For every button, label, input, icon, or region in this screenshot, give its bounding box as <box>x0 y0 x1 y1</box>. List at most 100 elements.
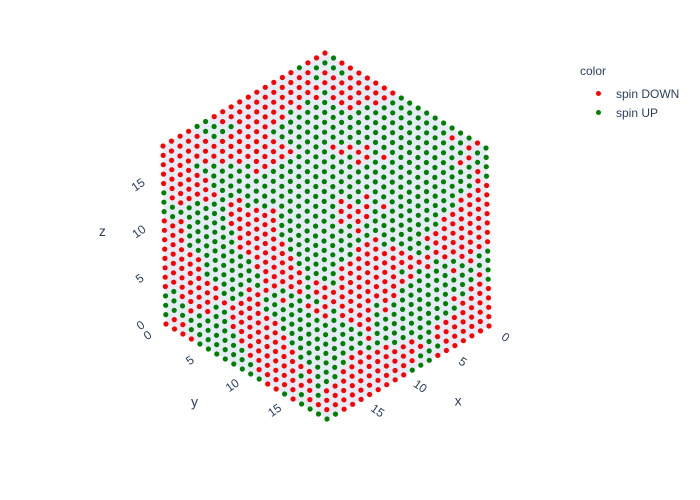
point-spin-up <box>195 247 201 253</box>
point-spin-up <box>348 326 354 332</box>
point-spin-up <box>347 124 353 130</box>
point-spin-up <box>236 188 242 194</box>
point-spin-up <box>330 261 336 267</box>
point-spin-up <box>407 236 413 242</box>
point-spin-up <box>330 184 336 190</box>
point-spin-up <box>230 295 236 301</box>
point-spin-up <box>398 125 404 131</box>
point-spin-down <box>349 373 355 379</box>
point-spin-down <box>322 313 328 319</box>
point-spin-up <box>296 213 302 219</box>
point-spin-down <box>340 369 346 375</box>
point-spin-up <box>313 183 319 190</box>
point-spin-up <box>383 335 389 341</box>
point-spin-up <box>442 291 448 297</box>
point-spin-up <box>485 267 491 273</box>
point-spin-down <box>298 363 304 370</box>
point-spin-down <box>279 74 285 81</box>
point-spin-down <box>322 285 328 291</box>
point-spin-up <box>424 207 430 213</box>
point-spin-up <box>305 119 311 125</box>
point-spin-down <box>374 349 381 355</box>
point-spin-down <box>255 292 261 298</box>
point-spin-down <box>486 323 492 329</box>
point-spin-up <box>222 337 228 343</box>
point-spin-up <box>296 223 302 229</box>
point-spin-up <box>287 227 293 233</box>
point-spin-up <box>287 208 293 214</box>
point-spin-down <box>279 84 285 90</box>
point-spin-up <box>442 282 448 288</box>
legend-item-spin-up[interactable]: spin UP <box>580 103 695 122</box>
point-spin-down <box>288 255 294 262</box>
point-spin-down <box>263 278 269 284</box>
point-spin-down <box>221 300 227 306</box>
point-spin-down <box>322 304 328 310</box>
point-spin-down <box>424 235 430 242</box>
point-spin-down <box>270 149 277 155</box>
point-spin-down <box>338 218 344 224</box>
point-spin-up <box>423 140 430 146</box>
point-spin-up <box>338 189 344 195</box>
point-spin-up <box>392 339 398 345</box>
point-spin-up <box>449 145 455 151</box>
point-spin-up <box>195 210 201 216</box>
point-spin-down <box>401 363 407 369</box>
point-spin-up <box>330 114 336 120</box>
point-spin-down <box>288 274 294 280</box>
point-spin-down <box>262 222 268 228</box>
point-spin-down <box>347 213 353 219</box>
point-spin-down <box>237 235 243 241</box>
point-spin-down <box>475 206 481 212</box>
point-spin-up <box>449 155 455 161</box>
point-spin-up <box>389 149 396 155</box>
point-spin-down <box>162 255 168 261</box>
point-spin-up <box>305 109 311 115</box>
point-spin-down <box>228 133 234 140</box>
point-spin-up <box>263 306 269 312</box>
point-spin-down <box>373 100 379 106</box>
point-spin-down <box>186 177 192 183</box>
point-spin-up <box>280 316 286 322</box>
point-spin-up <box>213 276 219 282</box>
point-spin-down <box>271 89 277 95</box>
x-axis-title: x <box>455 393 462 409</box>
point-spin-up <box>296 144 302 150</box>
point-spin-up <box>383 316 389 322</box>
point-spin-down <box>366 335 372 341</box>
point-spin-down <box>366 373 372 379</box>
point-spin-up <box>451 277 457 283</box>
point-spin-down <box>347 203 353 210</box>
point-spin-down <box>202 177 209 183</box>
point-spin-up <box>441 130 447 136</box>
point-spin-up <box>212 239 218 245</box>
point-spin-up <box>407 208 413 214</box>
point-spin-down <box>237 129 243 135</box>
point-spin-down <box>237 99 243 105</box>
point-spin-down <box>238 310 244 316</box>
point-spin-down <box>365 317 371 323</box>
point-spin-up <box>433 221 439 227</box>
point-spin-down <box>178 228 184 234</box>
point-spin-down <box>280 297 286 303</box>
legend-item-spin-down[interactable]: spin DOWN <box>580 84 695 103</box>
point-spin-up <box>304 218 310 224</box>
point-spin-up <box>221 272 227 278</box>
point-spin-down <box>262 134 268 140</box>
point-spin-up <box>321 159 327 165</box>
point-spin-down <box>356 246 362 253</box>
point-spin-up <box>330 55 337 61</box>
point-spin-up <box>313 193 319 199</box>
point-spin-up <box>433 259 439 265</box>
point-spin-up <box>398 203 404 209</box>
point-spin-up <box>222 328 228 334</box>
point-spin-up <box>407 245 413 251</box>
point-spin-up <box>296 173 302 180</box>
point-spin-down <box>279 104 285 110</box>
point-spin-up <box>321 208 327 214</box>
point-spin-up <box>186 214 192 220</box>
point-spin-up <box>236 178 242 184</box>
point-spin-up <box>372 179 378 185</box>
point-spin-down <box>391 283 397 289</box>
point-spin-up <box>220 215 226 222</box>
